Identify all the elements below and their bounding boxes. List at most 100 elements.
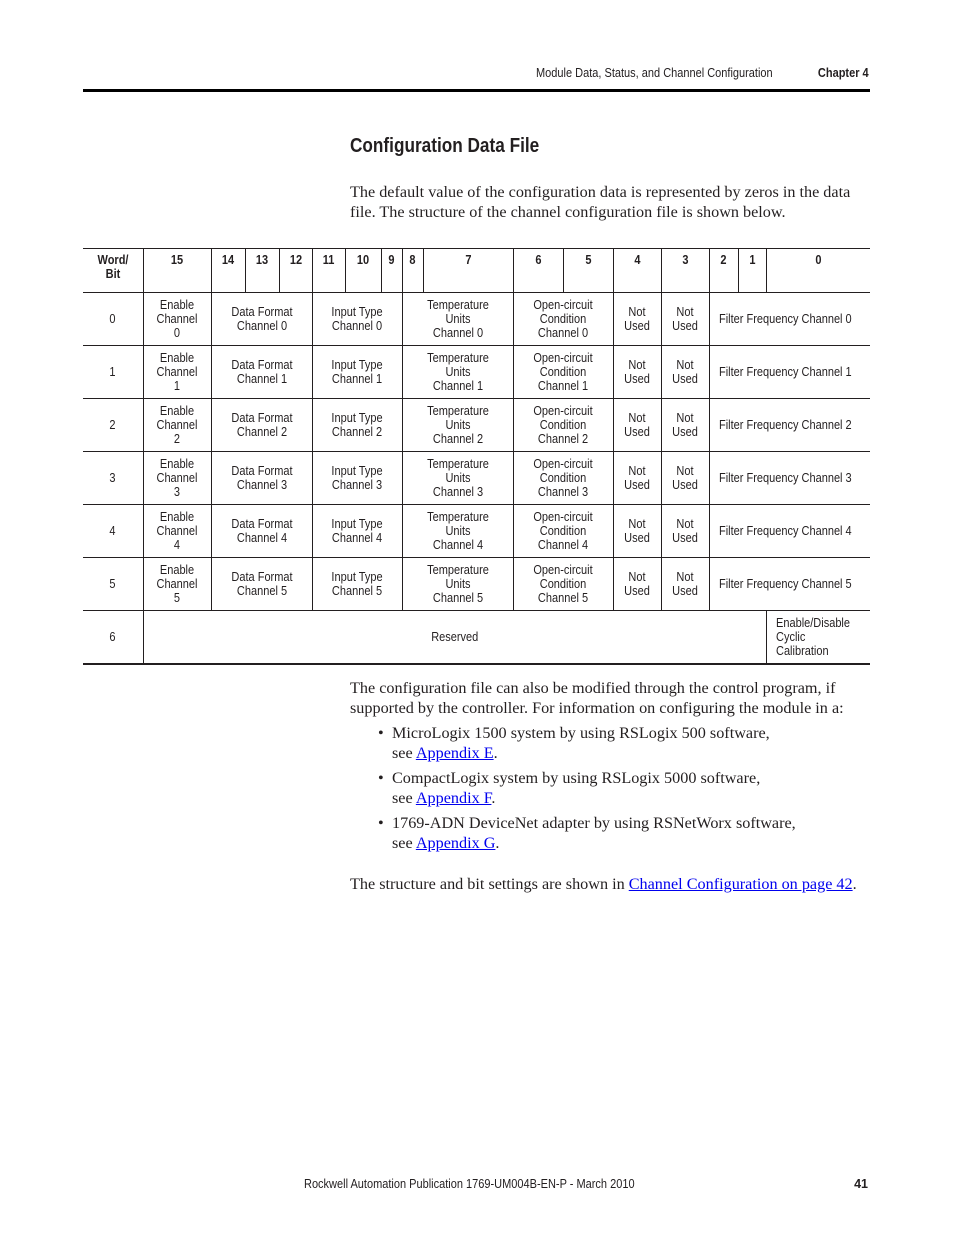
table-row: 0 Enable Channel 0 Data Format Channel 0 In… [83,292,870,346]
header-bit: 5 [562,248,613,293]
cell-temp: Temperature Units Channel 2 [401,398,513,452]
configuration-options-list: • MicroLogix 1500 system by using RSLogix… [378,723,872,858]
cell-enable: Enable Channel 3 [142,451,211,505]
cell-format: Data Format Channel 0 [210,292,312,346]
channel-configuration-link[interactable]: Channel Configuration on page 42 [629,875,853,893]
header-bit: 12 [278,248,312,293]
cell-format: Data Format Channel 2 [210,398,312,452]
configuration-data-table: Word/ Bit 15 14 13 12 11 10 9 8 7 6 5 4 3 2 1 0 0 Enable … [83,248,870,665]
cell-word: 2 [109,418,116,432]
cell-open: Open-circuit Condition Channel 4 [512,504,613,558]
after-table-paragraph: The configuration file can also be modif… [350,679,844,717]
cell-enable: Enable Channel 2 [142,398,211,452]
cell-filter: Filter Frequency Channel 1 [708,345,870,399]
header-bit: 13 [244,248,279,293]
header-bit: 4 [612,248,661,293]
table-row: 4 Enable Channel 4 Data Format Channel 4 In… [83,504,870,558]
appendix-e-link[interactable]: Appendix E [416,744,494,762]
table-header-row: Word/ Bit 15 14 13 12 11 10 9 8 7 6 5 4 3 2 1 0 [83,248,870,293]
cell-open: Open-circuit Condition Channel 0 [512,292,613,346]
cell-nu3: Not Used [660,345,709,399]
running-header-section: Module Data, Status, and Channel Configu… [536,66,773,80]
cell-nu4: Not Used [612,292,661,346]
cell-calibration: Enable/Disable Cyclic Calibration [765,610,870,664]
cell-nu3: Not Used [660,398,709,452]
table-row: 5 Enable Channel 5 Data Format Channel 5 In… [83,557,870,611]
intro-paragraph: The default value of the configuration d… [350,183,851,221]
table-row: 3 Enable Channel 3 Data Format Channel 3 In… [83,451,870,505]
header-bit: 2 [708,248,738,293]
header-bit: 9 [380,248,402,293]
cell-enable: Enable Channel 4 [142,504,211,558]
cell-nu4: Not Used [612,451,661,505]
cell-input: Input Type Channel 4 [311,504,402,558]
cell-word: 4 [109,524,116,538]
cell-nu4: Not Used [612,398,661,452]
cell-open: Open-circuit Condition Channel 5 [512,557,613,611]
cell-reserved: Reserved [142,610,766,664]
cell-format: Data Format Channel 3 [210,451,312,505]
cell-word: 1 [109,365,116,379]
bullet-icon: • [378,724,384,742]
cell-temp: Temperature Units Channel 0 [401,292,513,346]
header-bit: 0 [765,248,870,293]
header-bit: 11 [311,248,345,293]
cell-nu3: Not Used [660,451,709,505]
cell-format: Data Format Channel 1 [210,345,312,399]
cell-filter: Filter Frequency Channel 0 [708,292,870,346]
header-word-bit: Word/ Bit [97,253,129,281]
table-row: 1 Enable Channel 1 Data Format Channel 1 In… [83,345,870,399]
cell-nu4: Not Used [612,504,661,558]
cell-temp: Temperature Units Channel 5 [401,557,513,611]
cell-word: 5 [109,577,116,591]
appendix-f-link[interactable]: Appendix F [416,789,492,807]
cell-nu3: Not Used [660,504,709,558]
page-number: 41 [854,1177,868,1191]
header-bit: 1 [737,248,766,293]
list-item: • 1769-ADN DeviceNet adapter by using RSN… [378,814,796,852]
appendix-g-link[interactable]: Appendix G [416,834,496,852]
cell-word: 0 [109,312,116,326]
cell-nu3: Not Used [660,557,709,611]
cell-nu3: Not Used [660,292,709,346]
list-item: • CompactLogix system by using RSLogix 50… [378,769,761,807]
cell-input: Input Type Channel 0 [311,292,402,346]
cell-filter: Filter Frequency Channel 3 [708,451,870,505]
cell-input: Input Type Channel 5 [311,557,402,611]
cell-input: Input Type Channel 3 [311,451,402,505]
header-bit: 15 [142,248,211,293]
structure-paragraph: The structure and bit settings are shown… [350,875,857,893]
running-header-chapter: Chapter 4 [818,66,869,80]
header-bit: 3 [660,248,709,293]
cell-temp: Temperature Units Channel 3 [401,451,513,505]
cell-format: Data Format Channel 5 [210,557,312,611]
cell-temp: Temperature Units Channel 1 [401,345,513,399]
cell-open: Open-circuit Condition Channel 3 [512,451,613,505]
cell-nu4: Not Used [612,557,661,611]
cell-nu4: Not Used [612,345,661,399]
cell-open: Open-circuit Condition Channel 1 [512,345,613,399]
section-title: Configuration Data File [350,135,540,157]
cell-input: Input Type Channel 1 [311,345,402,399]
cell-open: Open-circuit Condition Channel 2 [512,398,613,452]
table-row: 6 Reserved Enable/Disable Cyclic Calibrati… [83,610,870,664]
bullet-icon: • [378,769,384,787]
cell-enable: Enable Channel 1 [142,345,211,399]
cell-word: 3 [109,471,116,485]
table-row: 2 Enable Channel 2 Data Format Channel 2 In… [83,398,870,452]
cell-word: 6 [109,630,116,644]
cell-filter: Filter Frequency Channel 2 [708,398,870,452]
cell-enable: Enable Channel 5 [142,557,211,611]
header-bit: 6 [512,248,563,293]
header-bit: 10 [344,248,381,293]
cell-format: Data Format Channel 4 [210,504,312,558]
header-rule [83,89,870,92]
cell-input: Input Type Channel 2 [311,398,402,452]
cell-filter: Filter Frequency Channel 5 [708,557,870,611]
bullet-icon: • [378,814,384,832]
header-bit: 7 [422,248,513,293]
cell-enable: Enable Channel 0 [142,292,211,346]
cell-filter: Filter Frequency Channel 4 [708,504,870,558]
header-bit: 14 [210,248,245,293]
cell-temp: Temperature Units Channel 4 [401,504,513,558]
